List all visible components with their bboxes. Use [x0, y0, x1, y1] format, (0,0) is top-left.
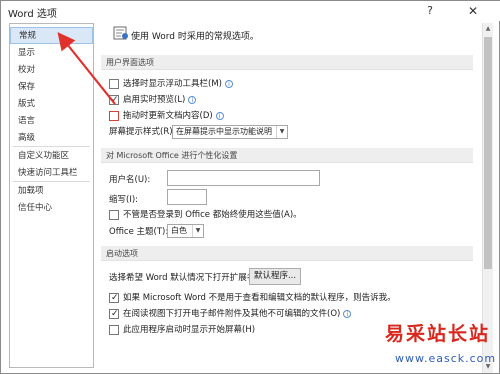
watermark-title: 易采站长站 [385, 323, 491, 345]
scrollbar-thumb[interactable] [484, 37, 492, 269]
sidebar-divider [13, 181, 90, 182]
tell-me-default-option: 如果 Microsoft Word 不是用于查看和编辑文档的默认程序，则告诉我。 [109, 291, 474, 305]
office-theme-label: Office 主题(T): [109, 227, 169, 237]
mini-toolbar-checkbox[interactable] [109, 79, 119, 89]
sidebar-item-save[interactable]: 保存 [10, 79, 93, 96]
sidebar-divider [13, 146, 90, 147]
info-icon: i [224, 79, 233, 88]
office-theme-value: 白色 [171, 226, 187, 235]
tell-me-default-checkbox[interactable] [109, 291, 119, 305]
live-preview-label: 启用实时预览(L) [123, 95, 186, 105]
open-email-attachments-checkbox[interactable] [109, 307, 119, 321]
options-sidebar: 常规 显示 校对 保存 版式 语言 高级 自定义功能区 快速访问工具栏 加载项 … [9, 23, 94, 368]
mini-toolbar-option: 选择时显示浮动工具栏(M) i [109, 77, 469, 91]
sidebar-item-language[interactable]: 语言 [10, 113, 93, 130]
help-button[interactable]: ? [420, 2, 440, 20]
sidebar-item-customize-ribbon[interactable]: 自定义功能区 [10, 148, 93, 165]
sidebar-item-advanced[interactable]: 高级 [10, 130, 93, 147]
mini-toolbar-label: 选择时显示浮动工具栏(M) [123, 79, 222, 89]
show-start-screen-label: 此应用程序启动时显示开始屏幕(H) [123, 325, 256, 335]
section-header-startup: 启动选项 [101, 246, 473, 261]
info-icon: i [343, 309, 352, 318]
default-programs-button[interactable]: 默认程序... [249, 268, 301, 285]
site-watermark: 易采站长站 www.easck.com [385, 319, 500, 374]
watermark-url: www.easck.com [395, 352, 497, 365]
close-button[interactable]: ✕ [448, 2, 498, 20]
always-use-values-checkbox[interactable] [109, 210, 119, 220]
screentip-style-dropdown[interactable]: 在屏幕提示中显示功能说明 ▼ [172, 125, 288, 139]
always-use-values-option: 不管是否登录到 Office 都始终使用这些值(A)。 [109, 208, 469, 222]
sidebar-item-add-ins[interactable]: 加载项 [10, 183, 93, 200]
open-email-attachments-label: 在阅读视图下打开电子邮件附件及其他不可编辑的文件(O) [123, 309, 341, 319]
username-input[interactable] [167, 170, 320, 186]
sidebar-item-quick-access-toolbar[interactable]: 快速访问工具栏 [10, 165, 93, 182]
show-start-screen-checkbox[interactable] [109, 325, 119, 335]
screentip-label: 屏幕提示样式(R): [109, 127, 176, 137]
scroll-up-icon[interactable]: ▲ [483, 23, 493, 35]
default-extensions-label: 选择希望 Word 默认情况下打开扩展名: [109, 273, 259, 283]
update-content-option: 拖动时更新文档内容(D) i [109, 109, 469, 123]
window-title: Word 选项 [8, 9, 57, 20]
always-use-values-label: 不管是否登录到 Office 都始终使用这些值(A)。 [123, 210, 302, 220]
section-header-ui-options: 用户界面选项 [101, 55, 473, 70]
live-preview-checkbox[interactable] [109, 93, 119, 107]
title-bar: Word 选项 ? ✕ [1, 1, 500, 21]
info-icon: i [215, 111, 224, 120]
sidebar-item-trust-center[interactable]: 信任中心 [10, 200, 93, 217]
section-header-personalize: 对 Microsoft Office 进行个性化设置 [101, 148, 473, 163]
chevron-down-icon: ▼ [192, 225, 203, 237]
initials-label: 缩写(I): [109, 195, 139, 205]
info-icon: i [188, 95, 197, 104]
panel-header: 使用 Word 时采用的常规选项。 [99, 23, 474, 47]
chevron-down-icon: ▼ [276, 126, 287, 138]
initials-input[interactable] [167, 189, 207, 205]
sidebar-item-display[interactable]: 显示 [10, 45, 93, 62]
live-preview-option: 启用实时预览(L)i [109, 93, 469, 107]
sidebar-item-layout[interactable]: 版式 [10, 96, 93, 113]
update-content-label: 拖动时更新文档内容(D) [123, 111, 213, 121]
sidebar-item-proofing[interactable]: 校对 [10, 62, 93, 79]
update-content-checkbox[interactable] [109, 111, 119, 121]
panel-description: 使用 Word 时采用的常规选项。 [131, 32, 259, 42]
options-gear-icon [113, 26, 128, 40]
word-options-dialog: Word 选项 ? ✕ 常规 显示 校对 保存 版式 语言 高级 自定义功能区 … [0, 0, 500, 374]
screentip-style-value: 在屏幕提示中显示功能说明 [176, 127, 272, 136]
sidebar-item-general[interactable]: 常规 [10, 27, 93, 44]
office-theme-dropdown[interactable]: 白色 ▼ [167, 224, 204, 238]
username-label: 用户名(U): [109, 175, 151, 185]
tell-me-default-label: 如果 Microsoft Word 不是用于查看和编辑文档的默认程序，则告诉我。 [123, 293, 396, 303]
